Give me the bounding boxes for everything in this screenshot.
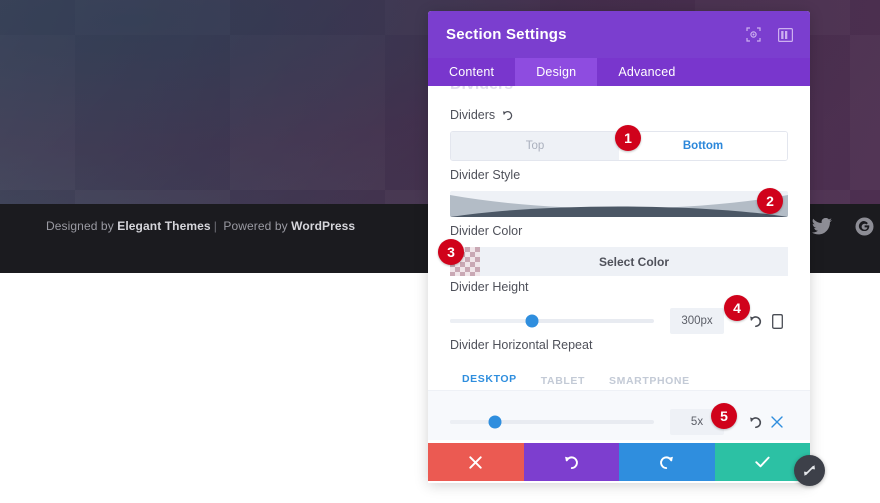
modal-header: Section Settings: [428, 11, 810, 58]
callout-1-number: 1: [624, 130, 632, 146]
footer-credit: Designed by Elegant Themes | Powered by W…: [46, 219, 355, 233]
focus-target-icon[interactable]: [742, 24, 764, 46]
field-divider-height: Divider Height 300px: [428, 280, 810, 334]
callout-2-number: 2: [766, 193, 774, 209]
callout-4-number: 4: [733, 300, 741, 316]
page-title: Section Settings: [446, 26, 567, 43]
redo-icon: [659, 455, 674, 470]
redo-button[interactable]: [619, 443, 715, 481]
section-settings-modal: Section Settings Content Design Advanced…: [428, 11, 810, 483]
x-icon: [469, 455, 482, 469]
divider-height-value[interactable]: 300px: [670, 308, 724, 334]
dividers-option-top[interactable]: Top: [451, 132, 619, 160]
field-dividers-label-row: Dividers: [450, 108, 788, 122]
callout-3-number: 3: [447, 244, 455, 260]
field-divider-color-label: Divider Color: [450, 224, 523, 238]
tab-content[interactable]: Content: [428, 58, 515, 86]
divider-repeat-slider-knob[interactable]: [488, 415, 502, 429]
layout-columns-icon[interactable]: [774, 24, 796, 46]
modal-action-bar: [428, 443, 810, 481]
callout-1: 1: [615, 125, 641, 151]
footer-credit-brand: Elegant Themes: [117, 219, 211, 233]
divider-height-slider-knob[interactable]: [525, 314, 539, 328]
footer-credit-separator: |: [213, 219, 217, 233]
field-divider-color: Divider Color Select Color: [428, 224, 810, 276]
divider-color-row: Select Color: [450, 247, 788, 276]
dividers-option-bottom[interactable]: Bottom: [619, 132, 787, 160]
resize-diagonal-icon[interactable]: [794, 455, 825, 486]
field-divider-style: Divider Style: [428, 168, 810, 217]
field-divider-height-label: Divider Height: [450, 280, 529, 294]
screenshot-root: Designed by Elegant Themes | Powered by W…: [0, 0, 880, 503]
scroll-fade-mask: [428, 86, 810, 100]
divider-style-shape: [450, 195, 788, 217]
google-plus-icon[interactable]: [854, 216, 874, 236]
field-divider-style-label: Divider Style: [450, 168, 521, 182]
divider-height-reset-icon[interactable]: [744, 315, 766, 328]
footer-credit-mid: Powered by: [219, 219, 292, 233]
tab-design[interactable]: Design: [515, 58, 598, 86]
callout-5: 5: [711, 403, 737, 429]
footer-credit-brand2: WordPress: [291, 219, 356, 233]
twitter-icon[interactable]: [812, 216, 832, 236]
modal-tabs: Content Design Advanced: [428, 58, 810, 86]
responsive-device-tabs: DESKTOP TABLET SMARTPHONE: [450, 366, 788, 392]
field-divider-horizontal-repeat: Divider Horizontal Repeat DESKTOP TABLET…: [428, 338, 810, 392]
divider-repeat-reset-icon[interactable]: [744, 416, 766, 429]
reset-icon[interactable]: [502, 110, 513, 121]
divider-repeat-slider[interactable]: [450, 415, 654, 429]
callout-2: 2: [757, 188, 783, 214]
divider-height-responsive-icon[interactable]: [766, 313, 788, 329]
close-icon[interactable]: [766, 416, 788, 428]
select-color-button[interactable]: Select Color: [480, 247, 788, 276]
divider-repeat-slider-row: 5x: [428, 409, 810, 435]
cancel-button[interactable]: [428, 443, 524, 481]
modal-header-actions: [742, 24, 796, 46]
divider-height-slider[interactable]: [450, 314, 654, 328]
divider-style-preview[interactable]: [450, 191, 788, 217]
horizontal-repeat-slider-strip: 5x: [428, 391, 810, 440]
callout-3: 3: [438, 239, 464, 265]
field-dividers-label: Dividers: [450, 108, 496, 122]
undo-button[interactable]: [523, 443, 619, 481]
field-divider-horizontal-repeat-label: Divider Horizontal Repeat: [450, 338, 593, 352]
footer-credit-prefix: Designed by: [46, 219, 118, 233]
callout-5-number: 5: [720, 408, 728, 424]
callout-4: 4: [724, 295, 750, 321]
check-icon: [755, 456, 770, 468]
undo-icon: [564, 455, 579, 470]
tab-advanced[interactable]: Advanced: [597, 58, 696, 86]
